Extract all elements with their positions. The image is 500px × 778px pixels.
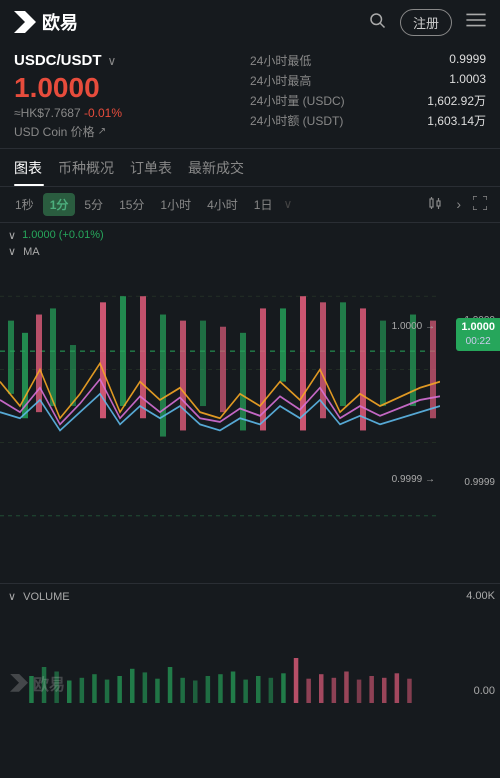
stat-row-volume-base: 24小时量 (USDC) 1,602.92万 — [250, 92, 486, 109]
hk-price: ≈HK$7.7687 -0.01% — [14, 106, 250, 120]
fullscreen-icon[interactable] — [468, 194, 492, 215]
stat-row-volume-quote: 24小时额 (USDT) 1,603.14万 — [250, 112, 486, 129]
pair-row: USDC/USDT ∨ — [14, 52, 250, 69]
stat-row-high: 24小时最高 1.0003 — [250, 72, 486, 89]
main-chart: ∨ 1.0000 (+0.01%) ∨ MA — [0, 223, 500, 583]
register-button[interactable]: 注册 — [400, 9, 452, 36]
volume-label: ∨ VOLUME — [8, 590, 70, 603]
price-section: USDC/USDT ∨ 1.0000 ≈HK$7.7687 -0.01% USD… — [0, 44, 500, 149]
header-right: 注册 — [368, 9, 486, 36]
chart-current-value: 1.0000 (+0.01%) — [22, 229, 104, 241]
watermark-text: 欧易 — [33, 671, 65, 695]
candle-type-icon[interactable] — [423, 194, 449, 215]
volume-section: ∨ VOLUME 4.00K 0.00 — [0, 583, 500, 703]
stat-row-low: 24小时最低 0.9999 — [250, 52, 486, 69]
price-stats: 24小时最低 0.9999 24小时最高 1.0003 24小时量 (USDC)… — [250, 52, 486, 132]
search-icon[interactable] — [368, 11, 386, 34]
price-left: USDC/USDT ∨ 1.0000 ≈HK$7.7687 -0.01% USD… — [14, 52, 250, 140]
tab-chart[interactable]: 图表 — [14, 150, 54, 186]
tab-trades[interactable]: 最新成交 — [188, 150, 256, 186]
interval-1d[interactable]: 1日 — [247, 193, 280, 216]
interval-1s[interactable]: 1秒 — [8, 193, 41, 216]
chart-nav-right-icon[interactable]: › — [451, 194, 466, 214]
chart-price-arrow-top: 1.0000 → — [392, 321, 435, 332]
volume-min: 0.00 — [474, 685, 495, 697]
interval-dropdown-arrow[interactable]: ∨ — [281, 197, 294, 211]
logo-text: 欧易 — [42, 9, 78, 35]
chart-ma-label: MA — [23, 246, 40, 258]
interval-5m[interactable]: 5分 — [77, 193, 110, 216]
header: 欧易 注册 — [0, 0, 500, 44]
pair-dropdown-arrow[interactable]: ∨ — [108, 54, 117, 68]
interval-15m[interactable]: 15分 — [112, 193, 151, 216]
chart-info-row: ∨ 1.0000 (+0.01%) — [8, 229, 104, 242]
chart-expand-icon[interactable]: ∨ — [8, 229, 16, 242]
interval-1h[interactable]: 1小时 — [153, 193, 198, 216]
interval-4h[interactable]: 4小时 — [200, 193, 245, 216]
tabs-section: 图表 币种概况 订单表 最新成交 — [0, 149, 500, 187]
coin-link[interactable]: USD Coin 价格 ↗ — [14, 123, 250, 140]
chart-price-arrow-bot: 0.9999 → — [392, 474, 435, 485]
tab-orderbook[interactable]: 订单表 — [130, 150, 184, 186]
trading-pair-label: USDC/USDT — [14, 52, 102, 69]
external-link-icon: ↗ — [98, 126, 106, 137]
current-price: 1.0000 — [14, 73, 250, 104]
volume-max: 4.00K — [466, 590, 495, 602]
price-tag: 1.0000 00:22 — [456, 318, 500, 351]
intervals-section: 1秒 1分 5分 15分 1小时 4小时 1日 ∨ › — [0, 187, 500, 223]
watermark-logo-icon — [10, 674, 28, 692]
chart-ma-row: ∨ MA — [8, 245, 40, 258]
logo: 欧易 — [14, 9, 78, 35]
price-change: -0.01% — [84, 106, 122, 120]
watermark: 欧易 — [10, 671, 65, 695]
chart-ma-expand[interactable]: ∨ — [8, 246, 16, 258]
price-chart-svg — [0, 223, 440, 583]
interval-1m[interactable]: 1分 — [43, 193, 76, 216]
chart-right-bot: 0.9999 — [464, 477, 495, 488]
tab-overview[interactable]: 币种概况 — [58, 150, 126, 186]
menu-icon[interactable] — [466, 12, 486, 33]
volume-chart-svg — [0, 613, 440, 703]
logo-icon — [14, 11, 36, 33]
volume-expand-icon[interactable]: ∨ — [8, 591, 16, 603]
